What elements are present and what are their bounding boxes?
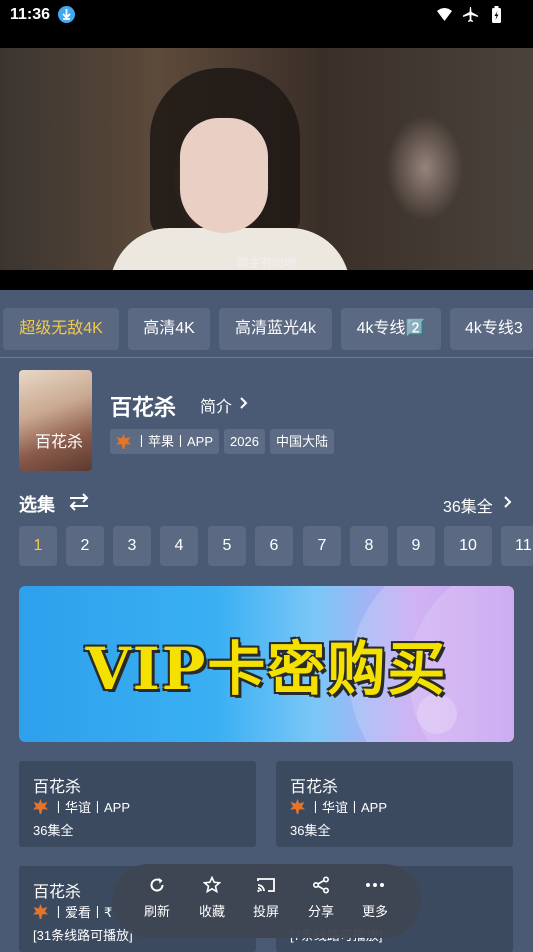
card-meta: 丨爱看丨₹: [52, 905, 113, 920]
divider: [0, 357, 533, 358]
battery-icon: [488, 6, 505, 23]
episode-button[interactable]: 10: [444, 526, 492, 566]
favorite-button[interactable]: 收藏: [187, 875, 237, 920]
episode-button[interactable]: 3: [113, 526, 151, 566]
card-title: 百花杀: [33, 779, 82, 796]
episodes-header: 选集: [19, 495, 55, 515]
source-chip: 丨苹果丨APP: [110, 429, 220, 454]
cast-icon: [241, 876, 291, 898]
show-title: 百花杀: [110, 395, 177, 420]
more-dots-icon: [350, 876, 400, 898]
airplane-icon: [462, 6, 479, 23]
refresh-button[interactable]: 刷新: [132, 876, 182, 920]
card-meta: 丨华谊丨APP: [309, 800, 388, 815]
show-meta: 丨苹果丨APP 2026 中国大陆: [110, 429, 334, 454]
episode-button[interactable]: 1: [19, 526, 57, 566]
maple-leaf-icon: [116, 434, 131, 449]
card-meta: 丨华谊丨APP: [52, 800, 131, 815]
chevron-right-icon[interactable]: [502, 492, 514, 517]
source-tab[interactable]: 高清蓝光4k: [219, 308, 332, 350]
episode-button[interactable]: 4: [160, 526, 198, 566]
banner-text: VIP卡密购买: [85, 635, 448, 703]
episode-button[interactable]: 8: [350, 526, 388, 566]
episode-list: 1 2 3 4 5 6 7 8 9 10 11: [19, 526, 533, 566]
sort-swap-icon[interactable]: [68, 493, 90, 516]
year-chip: 2026: [224, 429, 265, 454]
card-sub: 36集全: [290, 823, 331, 838]
episode-button[interactable]: 9: [397, 526, 435, 566]
download-icon: [58, 6, 75, 23]
intro-button[interactable]: 简介: [200, 393, 232, 417]
cast-button[interactable]: 投屏: [241, 876, 291, 920]
status-time: 11:36: [10, 6, 51, 23]
status-bar: 11:36: [0, 0, 533, 32]
maple-leaf-icon: [290, 799, 305, 814]
episode-button[interactable]: 5: [208, 526, 246, 566]
chevron-right-icon[interactable]: [238, 393, 250, 418]
video-subtitle: 郡主有吩咐: [236, 256, 297, 270]
episodes-total[interactable]: 36集全: [443, 493, 493, 517]
more-button[interactable]: 更多: [350, 876, 400, 920]
show-poster: 百花杀: [19, 370, 92, 471]
episode-button[interactable]: 2: [66, 526, 104, 566]
share-button[interactable]: 分享: [296, 876, 346, 920]
card-sub: 36集全: [33, 823, 74, 838]
source-tab[interactable]: 高清4K: [128, 308, 210, 350]
maple-leaf-icon: [33, 799, 48, 814]
source-tabs: 超级无敌4K 高清4K 高清蓝光4k 4k专线2️⃣ 4k专线3: [0, 308, 533, 350]
related-card[interactable]: 百花杀 丨华谊丨APP 36集全: [276, 761, 513, 847]
wifi-icon: [436, 6, 453, 23]
video-player[interactable]: 郡主有吩咐: [0, 32, 533, 290]
video-frame[interactable]: 郡主有吩咐: [0, 48, 533, 270]
poster-title: 百花杀: [35, 432, 84, 451]
episode-button[interactable]: 6: [255, 526, 293, 566]
share-icon: [296, 876, 346, 898]
floating-action-bar: 刷新 收藏 投屏 分享 更多: [112, 864, 421, 938]
source-tab[interactable]: 超级无敌4K: [3, 308, 119, 350]
source-tab[interactable]: 4k专线2️⃣: [341, 308, 441, 350]
related-card[interactable]: 百花杀 丨华谊丨APP 36集全: [19, 761, 256, 847]
card-sub: [31条线路可播放]: [33, 928, 133, 943]
star-icon: [187, 875, 237, 898]
episode-button[interactable]: 7: [303, 526, 341, 566]
refresh-icon: [132, 876, 182, 898]
source-tab[interactable]: 4k专线3: [450, 308, 533, 350]
region-chip: 中国大陆: [269, 429, 334, 454]
card-title: 百花杀: [33, 884, 82, 901]
vip-banner[interactable]: VIP卡密购买: [19, 586, 514, 742]
episode-button[interactable]: 11: [501, 526, 533, 566]
card-title: 百花杀: [290, 779, 339, 796]
maple-leaf-icon: [33, 904, 48, 919]
